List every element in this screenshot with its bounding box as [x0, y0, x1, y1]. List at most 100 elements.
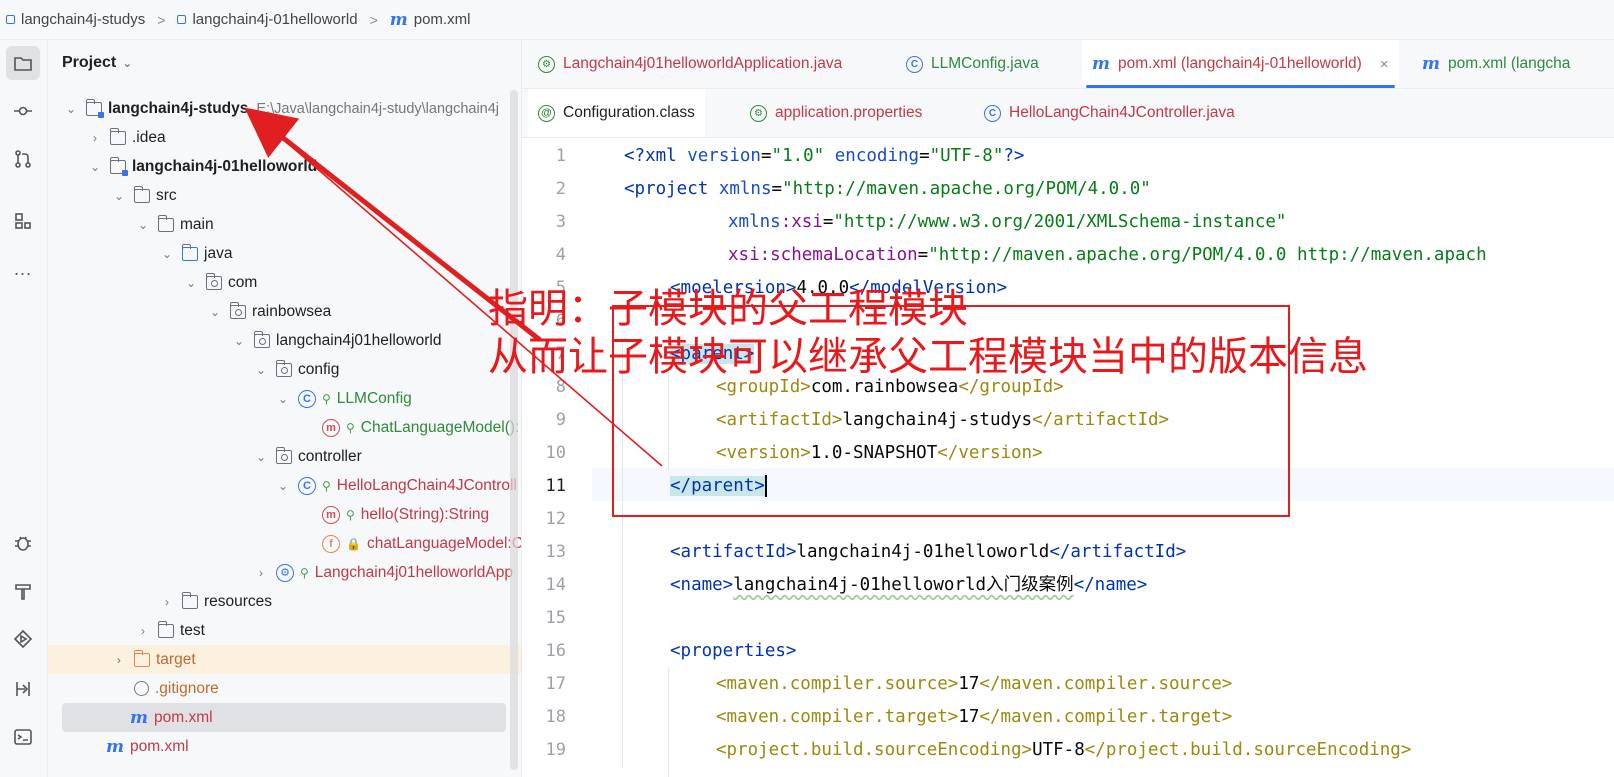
- maven-icon: m: [389, 9, 408, 30]
- code-editor[interactable]: 1 2 3 4 5 6 7 8 9 10 11 12 13 14 15 16 1…: [522, 138, 1614, 777]
- tab-label: application.properties: [775, 104, 923, 121]
- line-number: 18: [545, 707, 566, 727]
- public-access-icon: ⚲: [322, 478, 331, 493]
- project-tool-button[interactable]: [6, 46, 40, 80]
- chevron-right-icon: ›: [141, 623, 145, 638]
- chevron-down-icon: ⌄: [277, 391, 289, 406]
- tab-application-properties[interactable]: ⚙ application.properties: [740, 89, 932, 137]
- debug-tool-button[interactable]: [6, 526, 40, 560]
- tree-node-label: com: [228, 273, 258, 291]
- tree-node-idea[interactable]: › .idea: [88, 123, 166, 152]
- tab-hello-controller-java[interactable]: C HelloLangChain4JController.java: [974, 89, 1245, 137]
- chevron-right-icon: ›: [93, 130, 97, 145]
- tree-node-pom-root[interactable]: m pom.xml: [88, 732, 189, 761]
- terminal-tool-button[interactable]: [6, 720, 40, 754]
- tree-node-test[interactable]: › test: [136, 616, 205, 645]
- tree-node-label: src: [156, 186, 177, 204]
- tree-node-label: LLMConfig: [336, 389, 412, 407]
- line-number: 4: [555, 245, 566, 265]
- tree-node-hello-controller[interactable]: ⌄ C ⚲ HelloLangChain4JControll: [276, 471, 517, 500]
- tree-node-resources[interactable]: › resources: [160, 587, 272, 616]
- folder-icon: [157, 214, 174, 232]
- breadcrumb-item-file[interactable]: m pom.xml: [390, 10, 471, 30]
- tree-node-label: .idea: [132, 128, 166, 146]
- tree-node-label: main: [180, 215, 214, 233]
- tab-llmconfig-java[interactable]: C LLMConfig.java: [896, 40, 1049, 88]
- chevron-down-icon: ⌄: [233, 333, 245, 348]
- module-folder-icon: [109, 156, 128, 176]
- tree-node-controller[interactable]: ⌄ controller: [254, 442, 362, 471]
- tree-node-config[interactable]: ⌄ config: [254, 355, 339, 384]
- module-icon: [177, 15, 187, 24]
- annotation-icon: @: [538, 104, 555, 122]
- public-access-icon: ⚲: [346, 507, 355, 522]
- tree-node-chatmodel-method[interactable]: m ⚲ ChatLanguageModel():: [300, 413, 519, 442]
- tree-node-module[interactable]: ⌄ langchain4j-01helloworld: [88, 152, 317, 181]
- indent-guide: [622, 338, 623, 768]
- tree-node-com[interactable]: ⌄ com: [184, 268, 257, 297]
- tab-pom-module[interactable]: m pom.xml (langchain4j-01helloworld) ×: [1082, 40, 1399, 88]
- tab-pom-root[interactable]: m pom.xml (langcha: [1412, 40, 1580, 88]
- commit-tool-button[interactable]: [6, 94, 40, 128]
- services-tool-button[interactable]: [6, 672, 40, 706]
- project-title: Project: [62, 54, 117, 71]
- tree-node-hello-method[interactable]: m ⚲ hello(String):String: [300, 500, 489, 529]
- tree-node-label: java: [204, 244, 233, 262]
- tree-node-label: .gitignore: [155, 679, 219, 697]
- class-icon: C: [298, 389, 316, 408]
- chevron-down-icon: ⌄: [255, 362, 267, 377]
- line-number: 15: [545, 608, 566, 628]
- line-number: 1: [555, 146, 566, 166]
- tree-node-rainbowsea[interactable]: ⌄ rainbowsea: [208, 297, 331, 326]
- close-icon[interactable]: ×: [1380, 56, 1389, 73]
- tree-node-main[interactable]: ⌄ main: [136, 210, 214, 239]
- breadcrumb: langchain4j-studys > langchain4j-01hello…: [0, 0, 1614, 40]
- more-tools-button[interactable]: ...: [6, 252, 40, 286]
- editor-tabs-row-2: @ Configuration.class ⚙ application.prop…: [522, 89, 1614, 138]
- tree-node-chat-field[interactable]: f 🔒 chatLanguageModel:C: [300, 529, 521, 558]
- tree-node-llmconfig[interactable]: ⌄ C ⚲ LLMConfig: [276, 384, 412, 413]
- text-caret: [764, 475, 767, 497]
- tab-configuration-class[interactable]: @ Configuration.class: [528, 89, 705, 137]
- code-line-10: <version>1.0-SNAPSHOT</version>: [716, 443, 1043, 463]
- tree-node-java[interactable]: ⌄ java: [160, 239, 232, 268]
- tree-node-path: E:\Java\langchain4j-study\langchain4j: [256, 100, 500, 117]
- code-line-7: <parent>: [670, 344, 755, 364]
- build-tool-button[interactable]: [6, 574, 40, 608]
- tree-node-gitignore[interactable]: .gitignore: [112, 674, 219, 703]
- pull-request-tool-button[interactable]: [6, 142, 40, 176]
- structure-tool-button[interactable]: [6, 204, 40, 238]
- tree-node-src[interactable]: ⌄ src: [112, 181, 177, 210]
- run-tool-button[interactable]: [6, 622, 40, 656]
- chevron-down-icon: ⌄: [185, 275, 197, 290]
- chevron-down-icon: ⌄: [209, 304, 221, 319]
- code-line-8: <groupId>com.rainbowsea</groupId>: [716, 377, 1064, 397]
- project-scrollbar[interactable]: [510, 90, 518, 770]
- project-panel-header[interactable]: Project ⌄: [62, 54, 132, 72]
- resources-folder-icon: [181, 591, 198, 609]
- breadcrumb-item-root[interactable]: langchain4j-studys: [6, 11, 145, 28]
- folder-icon: [14, 57, 32, 71]
- tab-label: pom.xml (langcha: [1448, 55, 1571, 72]
- tree-node-root[interactable]: ⌄ langchain4j-studys E:\Java\langchain4j…: [64, 94, 499, 123]
- package-icon: [205, 272, 222, 290]
- code-line-18: <maven.compiler.target>17</maven.compile…: [716, 707, 1233, 727]
- chevron-down-icon: ⌄: [161, 246, 173, 261]
- tree-node-label: HelloLangChain4JControll: [336, 476, 517, 494]
- code-line-19: <project.build.sourceEncoding>UTF-8</pro…: [716, 740, 1412, 760]
- tree-node-package[interactable]: ⌄ langchain4j01helloworld: [232, 326, 441, 355]
- project-panel: Project ⌄ ⌄ langchain4j-studys E:\Java\l…: [48, 40, 522, 777]
- tab-application-java[interactable]: ⚙ Langchain4j01helloworldApplication.jav…: [528, 40, 852, 88]
- tab-label: Configuration.class: [563, 104, 695, 121]
- chevron-right-icon: ›: [259, 565, 263, 580]
- tree-node-pom-module[interactable]: m pom.xml: [62, 703, 506, 732]
- code-line-13: <artifactId>langchain4j-01helloworld</ar…: [670, 542, 1187, 562]
- tree-node-app-class[interactable]: › ⚙ ⚲ Langchain4j01helloworldApp: [254, 558, 513, 587]
- tab-label: HelloLangChain4JController.java: [1009, 104, 1235, 121]
- tree-node-target[interactable]: › target: [48, 645, 521, 674]
- breadcrumb-item-module[interactable]: langchain4j-01helloworld: [177, 11, 358, 28]
- code-line-14: <name>langchain4j-01helloworld入门级案例</nam…: [670, 575, 1148, 595]
- line-number: 9: [555, 410, 566, 430]
- line-number: 5: [555, 278, 566, 298]
- maven-icon: m: [106, 736, 124, 757]
